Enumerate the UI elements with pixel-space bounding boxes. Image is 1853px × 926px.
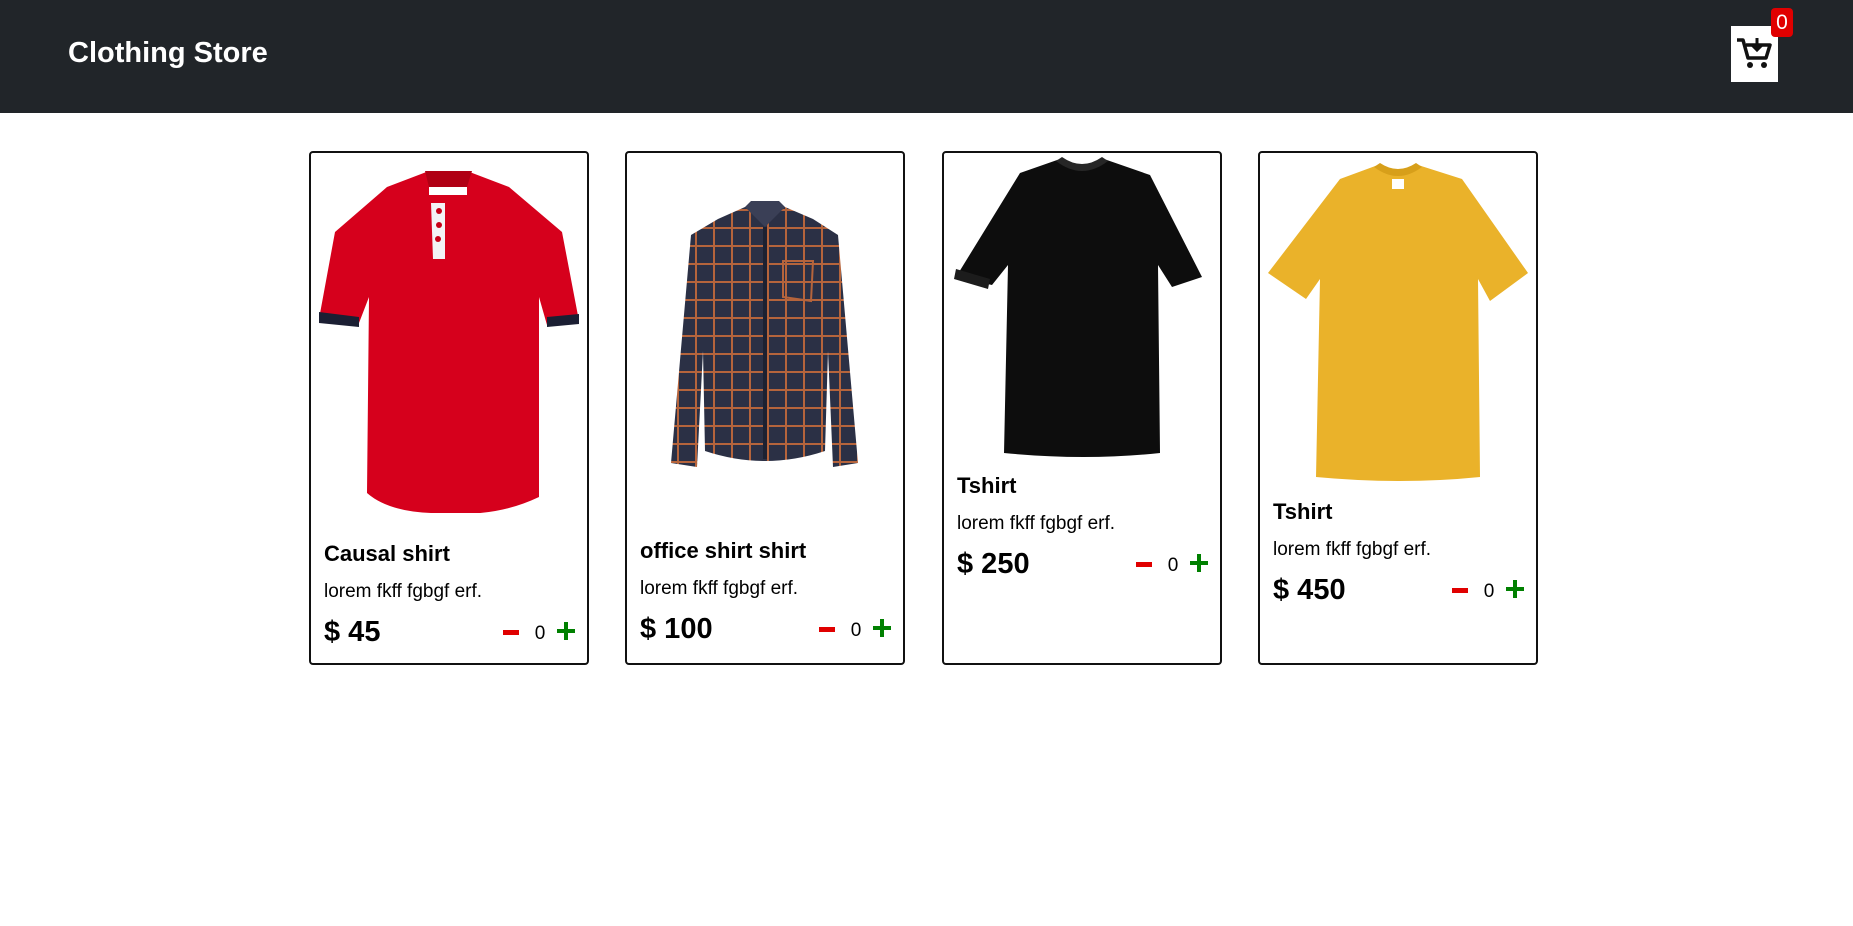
quantity-stepper: 0 bbox=[819, 615, 891, 645]
brand-title[interactable]: Clothing Store bbox=[68, 36, 268, 70]
minus-icon[interactable] bbox=[1136, 562, 1152, 567]
product-price: $ 100 bbox=[640, 613, 713, 645]
quantity-stepper: 0 bbox=[1136, 550, 1208, 580]
product-card: Tshirt lorem fkff fgbgf erf. $ 250 0 bbox=[942, 151, 1222, 665]
product-title: Tshirt bbox=[957, 473, 1017, 498]
quantity-stepper: 0 bbox=[503, 618, 575, 648]
minus-icon[interactable] bbox=[1452, 588, 1468, 593]
product-price: $ 450 bbox=[1273, 574, 1346, 606]
product-title: Tshirt bbox=[1273, 499, 1333, 524]
yellow-tshirt-image bbox=[1268, 163, 1528, 481]
quantity-count: 0 bbox=[850, 620, 862, 641]
product-price: $ 250 bbox=[957, 548, 1030, 580]
minus-icon[interactable] bbox=[819, 627, 835, 632]
plus-icon[interactable] bbox=[1190, 554, 1208, 572]
plaid-office-shirt-image bbox=[671, 201, 858, 467]
plus-icon[interactable] bbox=[557, 622, 575, 640]
product-description: lorem fkff fgbgf erf. bbox=[640, 578, 799, 599]
plus-icon[interactable] bbox=[1506, 580, 1524, 598]
product-description: lorem fkff fgbgf erf. bbox=[324, 581, 483, 602]
cart-count-badge: 0 bbox=[1771, 8, 1793, 37]
red-polo-shirt-image bbox=[319, 171, 579, 513]
product-card: office shirt shirt lorem fkff fgbgf erf.… bbox=[625, 151, 905, 665]
product-description: lorem fkff fgbgf erf. bbox=[957, 513, 1116, 534]
black-tshirt-image bbox=[954, 157, 1202, 457]
product-card: Causal shirt lorem fkff fgbgf erf. $ 45 … bbox=[309, 151, 589, 665]
quantity-count: 0 bbox=[1483, 581, 1495, 602]
navbar: Clothing Store 0 bbox=[0, 0, 1853, 113]
cart-download-icon bbox=[1737, 38, 1772, 68]
plus-icon[interactable] bbox=[873, 619, 891, 637]
product-card: Tshirt lorem fkff fgbgf erf. $ 450 0 bbox=[1258, 151, 1538, 665]
quantity-count: 0 bbox=[1167, 555, 1179, 576]
product-description: lorem fkff fgbgf erf. bbox=[1273, 539, 1432, 560]
quantity-count: 0 bbox=[534, 623, 546, 644]
minus-icon[interactable] bbox=[503, 630, 519, 635]
product-price: $ 45 bbox=[324, 616, 381, 648]
product-title: Causal shirt bbox=[324, 541, 450, 566]
quantity-stepper: 0 bbox=[1452, 576, 1524, 606]
product-title: office shirt shirt bbox=[640, 538, 807, 563]
